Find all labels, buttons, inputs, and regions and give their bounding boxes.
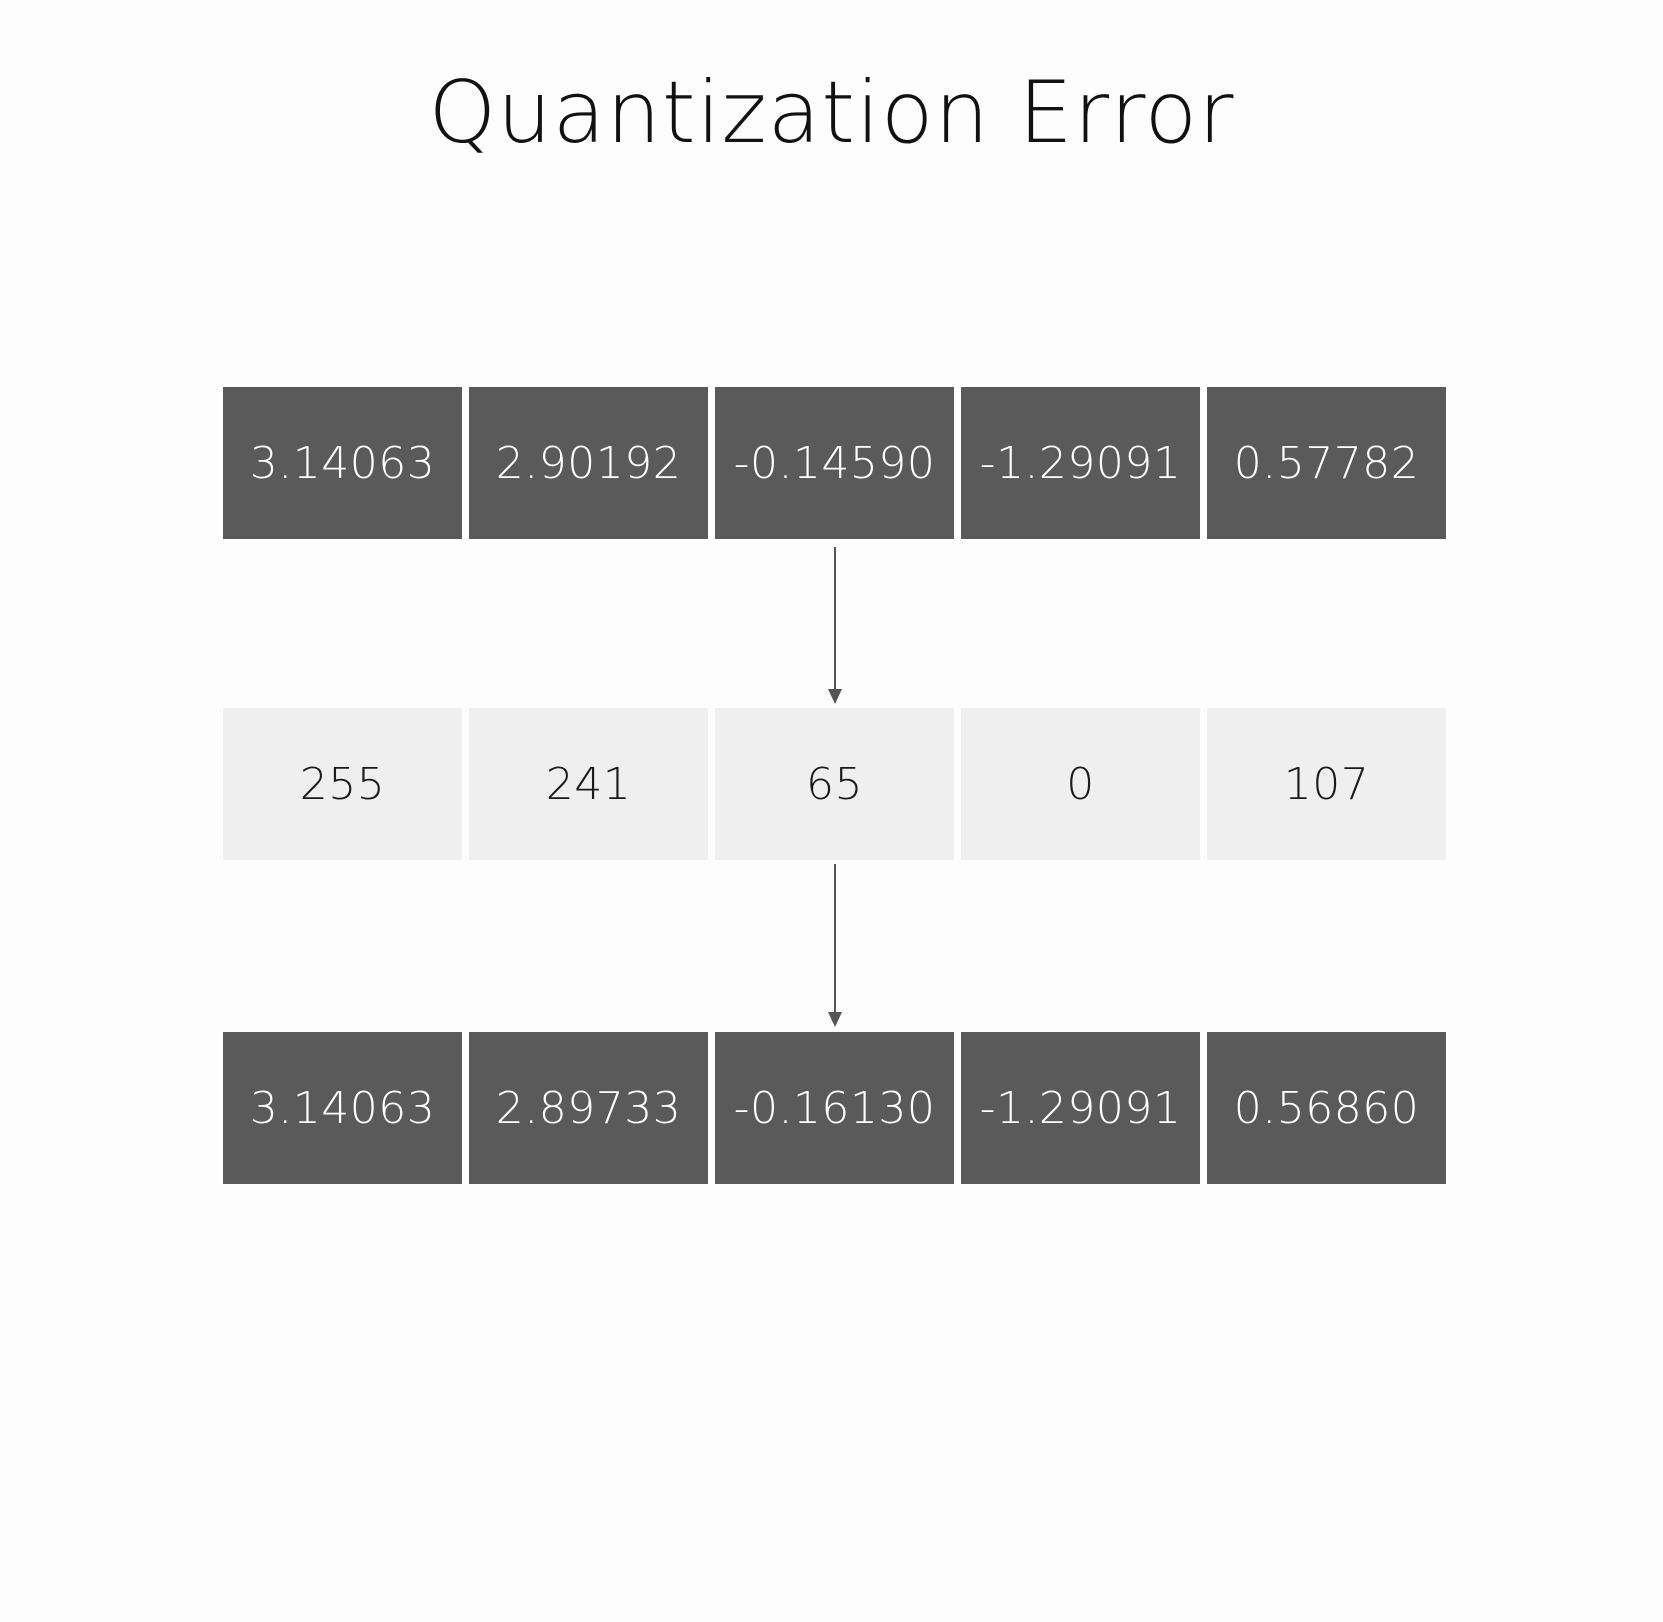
- dequantized-value-cell: -1.29091: [961, 1032, 1200, 1184]
- original-value-cell: 3.14063: [223, 387, 462, 539]
- page-title: Quantization Error: [428, 63, 1235, 163]
- original-value-cell: 0.57782: [1207, 387, 1446, 539]
- dequantized-value-cell: -0.16130: [715, 1032, 954, 1184]
- original-value-cell: -1.29091: [961, 387, 1200, 539]
- original-value-cell: -0.14590: [715, 387, 954, 539]
- dequantized-value-cell: 3.14063: [223, 1032, 462, 1184]
- quantized-values-row: 255 241 65 0 107: [223, 708, 1446, 860]
- dequantize-arrow: [828, 864, 842, 1027]
- dequantized-value-cell: 2.89733: [469, 1032, 708, 1184]
- quantized-value-cell: 241: [469, 708, 708, 860]
- dequantized-value-cell: 0.56860: [1207, 1032, 1446, 1184]
- quantize-arrow: [828, 547, 842, 704]
- original-values-row: 3.14063 2.90192 -0.14590 -1.29091 0.5778…: [223, 387, 1446, 539]
- quantized-value-cell: 255: [223, 708, 462, 860]
- quantized-value-cell: 107: [1207, 708, 1446, 860]
- original-value-cell: 2.90192: [469, 387, 708, 539]
- quantized-value-cell: 65: [715, 708, 954, 860]
- dequantized-values-row: 3.14063 2.89733 -0.16130 -1.29091 0.5686…: [223, 1032, 1446, 1184]
- quantized-value-cell: 0: [961, 708, 1200, 860]
